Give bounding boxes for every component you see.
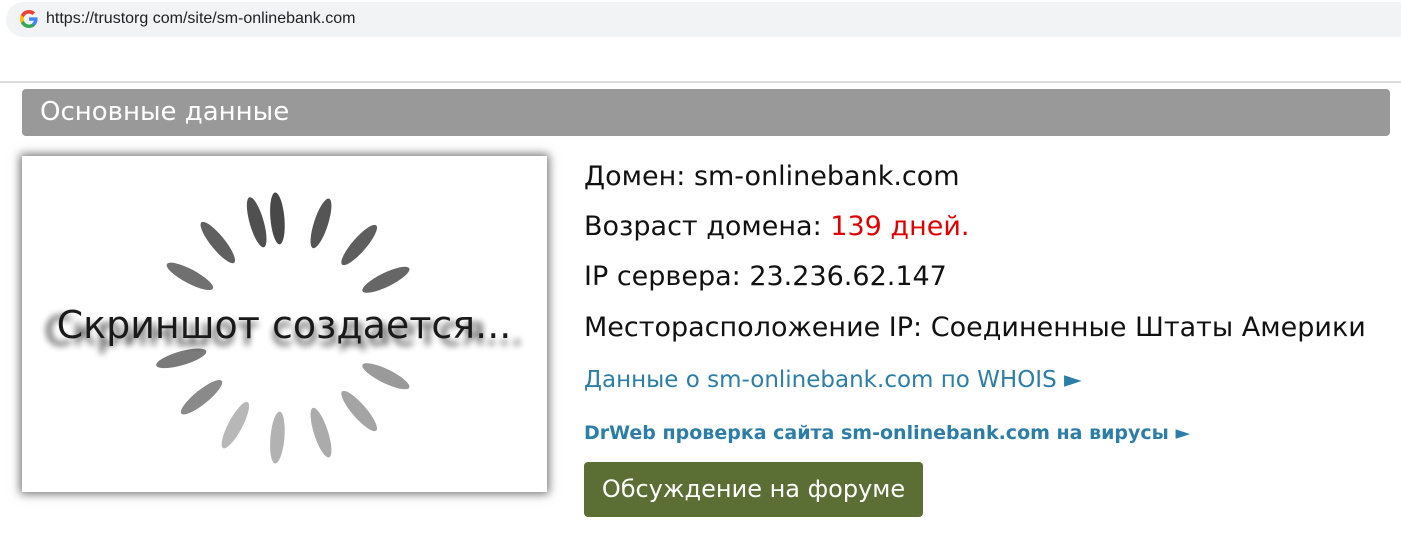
ip-location-row: Месторасположение IP: Соединенные Штаты … xyxy=(584,312,1366,343)
screenshot-caption: Скриншот создается... xyxy=(57,303,512,347)
drweb-link[interactable]: DrWeb проверка сайта sm-onlinebank.com н… xyxy=(584,422,1190,444)
ip-location-label: Месторасположение IP: xyxy=(584,312,923,343)
domain-label: Домен: xyxy=(584,161,686,192)
domain-age-row: Возраст домена: 139 дней. xyxy=(584,211,969,242)
address-bar[interactable]: https://trustorg com/site/sm-onlinebank.… xyxy=(6,2,1401,37)
forum-discussion-button[interactable]: Обсуждение на форуме xyxy=(584,462,923,517)
server-ip-value: 23.236.62.147 xyxy=(749,261,947,292)
google-g-icon xyxy=(20,10,38,28)
section-title: Основные данные xyxy=(40,97,290,127)
server-ip-row: IP сервера: 23.236.62.147 xyxy=(584,261,947,292)
domain-row: Домен: sm-onlinebank.com xyxy=(584,161,960,192)
domain-age-label: Возраст домена: xyxy=(584,211,822,242)
url-text[interactable]: https://trustorg com/site/sm-onlinebank.… xyxy=(46,10,355,28)
screenshot-placeholder: Скриншот создается... Скриншот создается… xyxy=(22,156,547,492)
ip-location-value: Соединенные Штаты Америки xyxy=(930,312,1366,343)
domain-value: sm-onlinebank.com xyxy=(693,161,960,192)
divider xyxy=(0,81,1401,83)
loading-spinner-icon: Скриншот создается... Скриншот создается… xyxy=(45,192,523,464)
server-ip-label: IP сервера: xyxy=(584,261,741,292)
domain-age-value: 139 дней. xyxy=(830,211,970,242)
whois-link[interactable]: Данные о sm-onlinebank.com по WHOIS ► xyxy=(584,367,1082,393)
section-header: Основные данные xyxy=(22,89,1390,136)
